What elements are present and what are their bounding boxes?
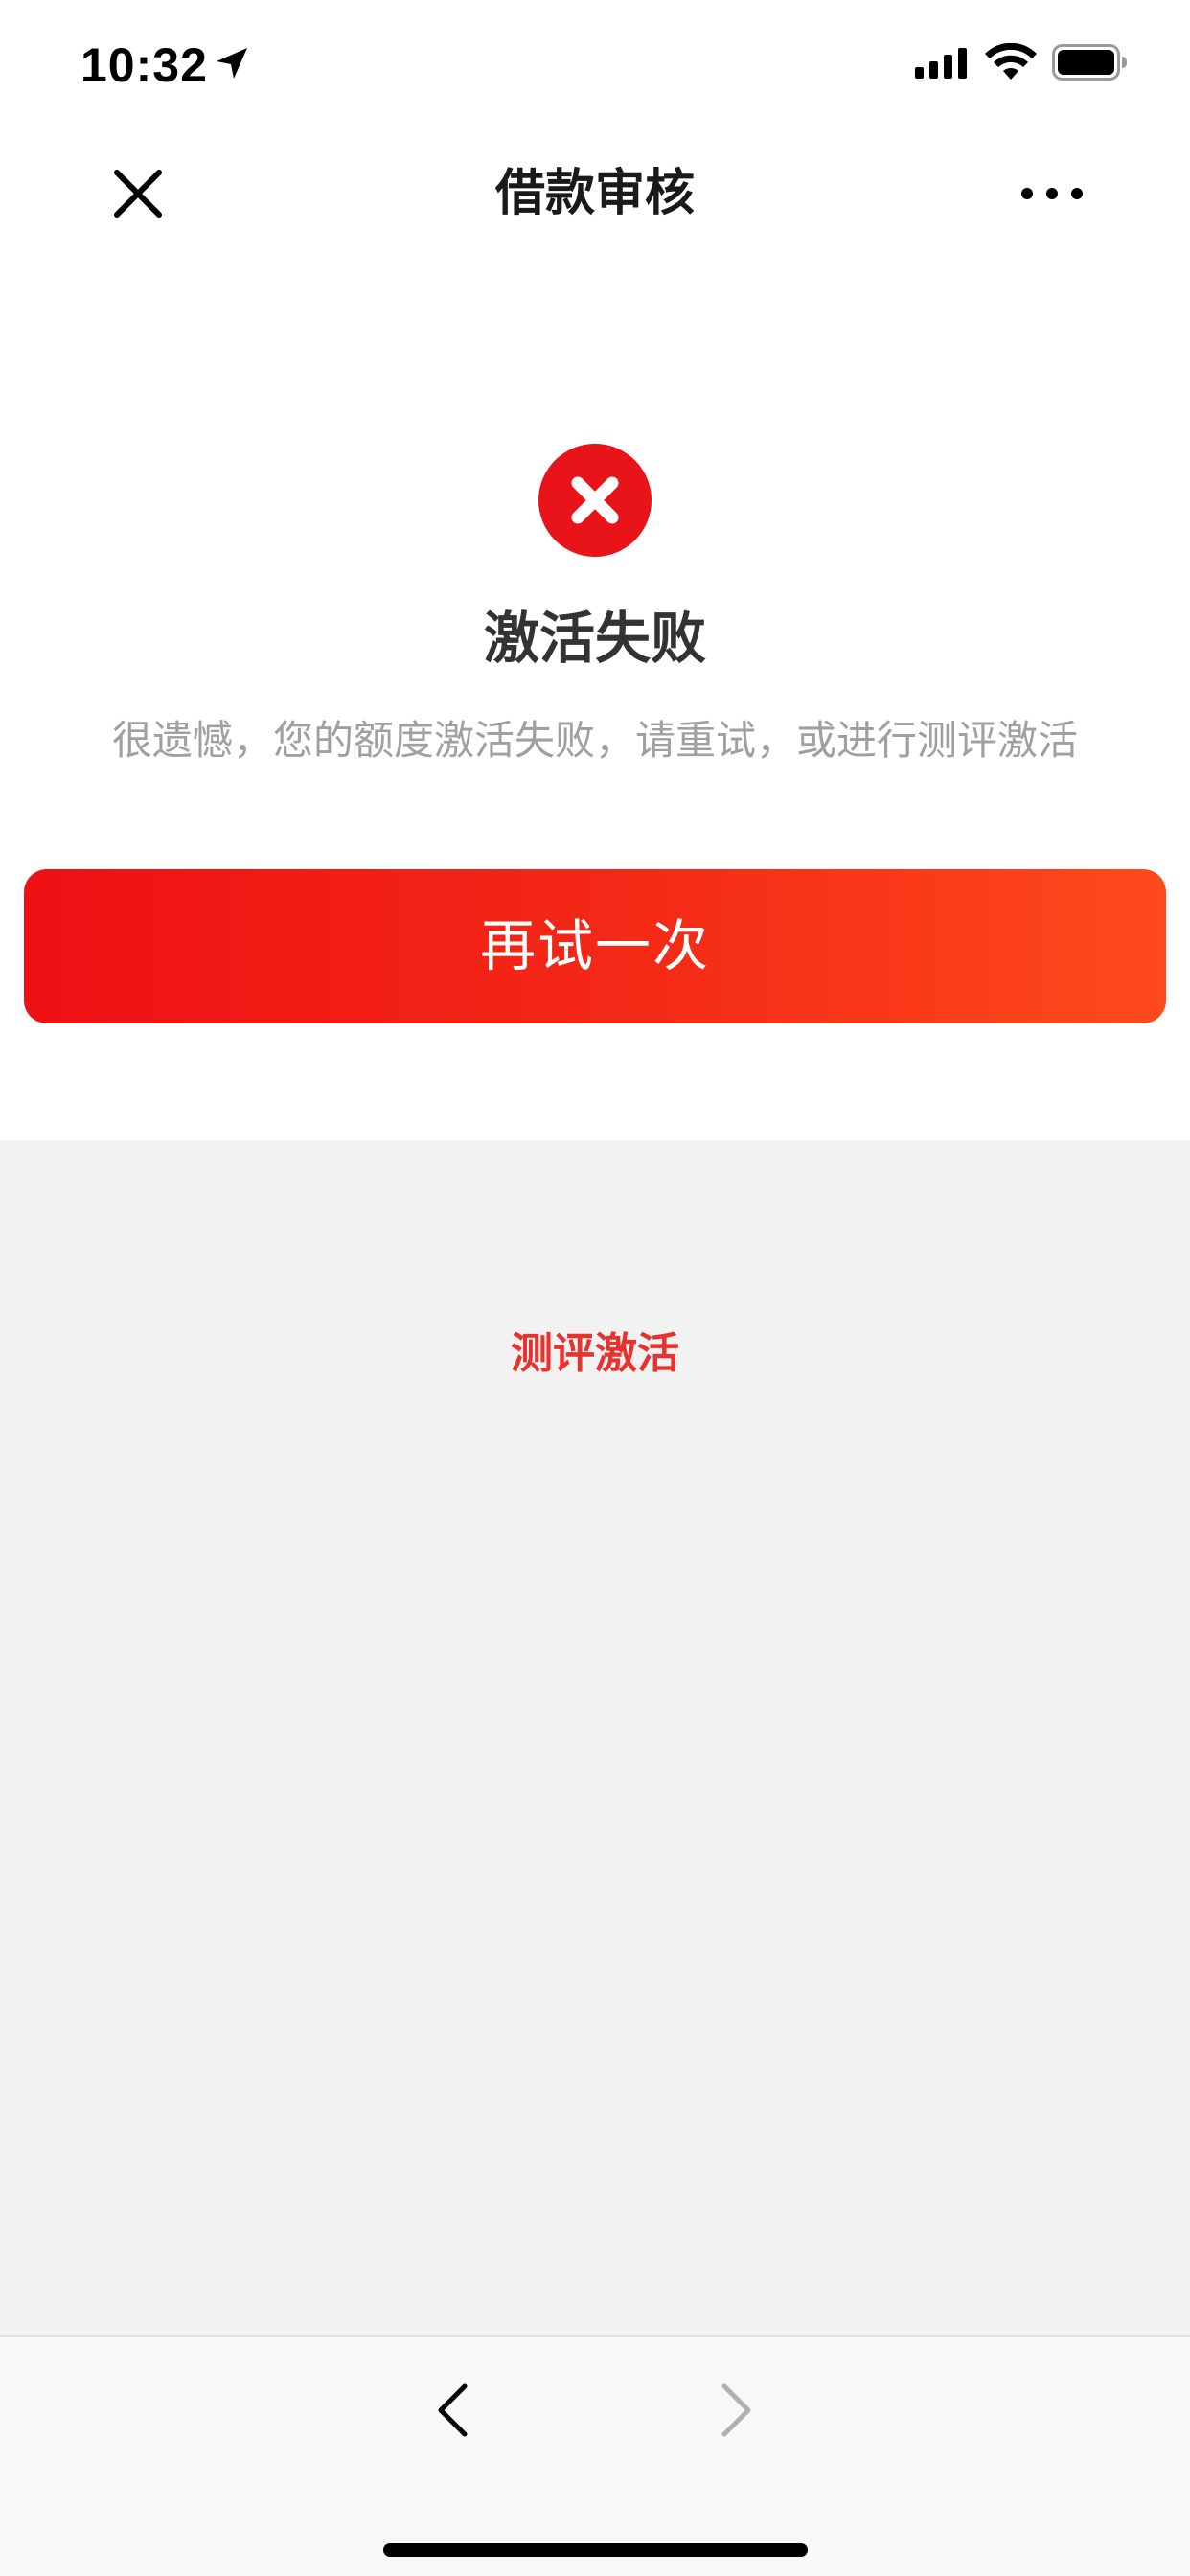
close-icon — [114, 170, 162, 218]
navigation-bar: 借款审核 — [0, 126, 1190, 253]
cellular-signal-icon — [915, 48, 967, 79]
back-button[interactable] — [414, 2372, 491, 2449]
result-description: 很遗憾，您的额度激活失败，请重试，或进行测评激活 — [111, 717, 1078, 764]
home-indicator — [383, 2543, 808, 2557]
location-arrow-icon — [217, 48, 247, 79]
wifi-icon — [985, 43, 1037, 80]
bottom-toolbar — [0, 2335, 1190, 2576]
more-options-button[interactable] — [1014, 155, 1090, 232]
status-bar: 10:32 — [0, 0, 1190, 126]
result-title: 激活失败 — [483, 606, 706, 671]
retry-button[interactable]: 再试一次 — [24, 869, 1166, 1024]
more-dots-icon — [1021, 188, 1083, 199]
chevron-right-icon — [721, 2383, 751, 2437]
forward-button[interactable] — [698, 2372, 775, 2449]
chevron-left-icon — [438, 2383, 468, 2437]
close-button[interactable] — [100, 155, 176, 232]
battery-icon — [1052, 44, 1127, 80]
status-time: 10:32 — [80, 38, 208, 92]
assessment-activation-link[interactable]: 测评激活 — [0, 1321, 1190, 1388]
page-title: 借款审核 — [494, 165, 695, 222]
screen: 10:32 借款审核 激活失败 很遗憾，您的额度激活失败，请重试，或进行测评激活… — [0, 0, 1190, 2576]
error-x-circle-icon — [538, 444, 652, 557]
